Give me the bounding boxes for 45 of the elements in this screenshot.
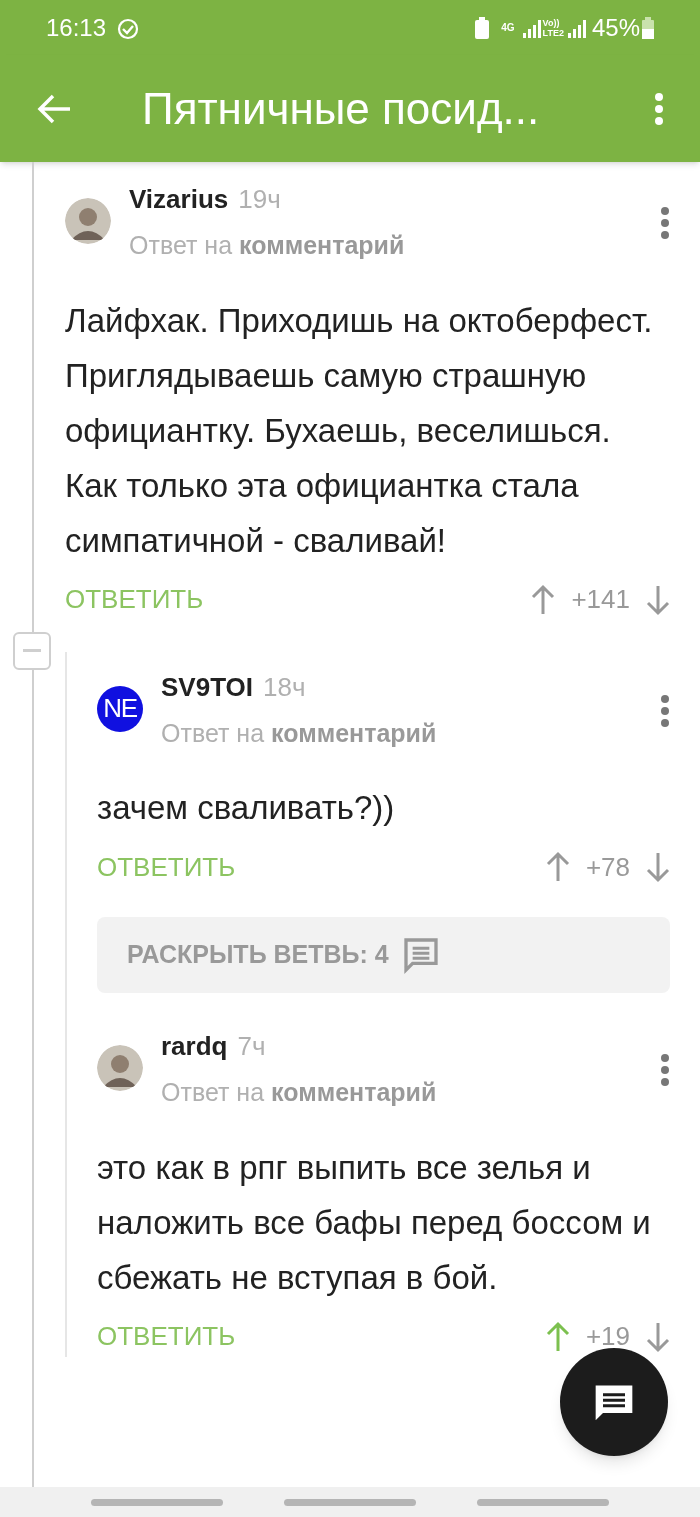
more-icon[interactable] (654, 91, 664, 126)
expand-branch-button[interactable]: РАСКРЫТЬ ВЕТВЬ: 4 (97, 917, 670, 993)
battery-icon (642, 16, 654, 39)
reply-button[interactable]: ОТВЕТИТЬ (65, 580, 532, 619)
signal-icon (565, 17, 586, 38)
volte-label: Vo)) (542, 17, 561, 28)
comment-time: 7ч (237, 1030, 266, 1063)
rating: +141 (571, 583, 630, 616)
network-type: 4G (501, 21, 515, 35)
rating: +19 (585, 1320, 630, 1353)
reply-button[interactable]: ОТВЕТИТЬ (97, 847, 546, 887)
downvote-icon[interactable] (646, 1320, 670, 1353)
back-icon[interactable] (36, 92, 72, 125)
downvote-icon[interactable] (646, 583, 670, 616)
reply-to-text[interactable]: Ответ на комментарий (161, 714, 642, 752)
comment-text: Лайфхак. Приходишь на октоберфест. Приглядываешь самую страшную официантку. Бухаешь, веселишься. Как только эта официантка стала симпатичной - сваливай! (65, 300, 654, 561)
downvote-icon[interactable] (646, 851, 670, 883)
comment-text: зачем сваливать?)) (97, 788, 396, 828)
lte-label: LTE2 (542, 27, 564, 38)
author-name[interactable]: rardq (161, 1027, 228, 1066)
clock: 16:13 (46, 12, 107, 43)
signal-icon (520, 17, 541, 38)
comment-time: 18ч (263, 670, 306, 704)
nav-handle[interactable] (477, 1498, 610, 1506)
more-icon[interactable] (660, 693, 670, 728)
collapse-toggle[interactable] (13, 631, 51, 670)
more-icon[interactable] (660, 206, 670, 240)
upvote-icon[interactable] (531, 583, 556, 616)
reply-button[interactable]: ОТВЕТИТЬ (97, 1317, 546, 1356)
upvote-icon[interactable] (545, 1320, 570, 1353)
comment-text: это как в рпг выпить все зелья и наложить все бафы перед боссом и сбежать не вступая в бой. (97, 1147, 652, 1298)
reply-to-text[interactable]: Ответ на комментарий (129, 227, 642, 265)
rating: +78 (585, 850, 630, 884)
avatar: NE (97, 685, 143, 732)
author-name[interactable]: SV9TOI (161, 667, 253, 707)
reply-to-text[interactable]: Ответ на комментарий (161, 1074, 642, 1112)
page-title: Пятничные посид... (142, 82, 541, 135)
author-name[interactable]: Vizarius (129, 180, 229, 219)
upvote-icon[interactable] (545, 851, 570, 883)
nav-handle[interactable] (90, 1498, 223, 1506)
more-icon[interactable] (660, 1053, 670, 1087)
battery-saver-icon (475, 16, 490, 39)
nav-handle[interactable] (284, 1498, 416, 1506)
comment-time: 19ч (238, 183, 281, 216)
battery-level: 45% (591, 12, 640, 43)
